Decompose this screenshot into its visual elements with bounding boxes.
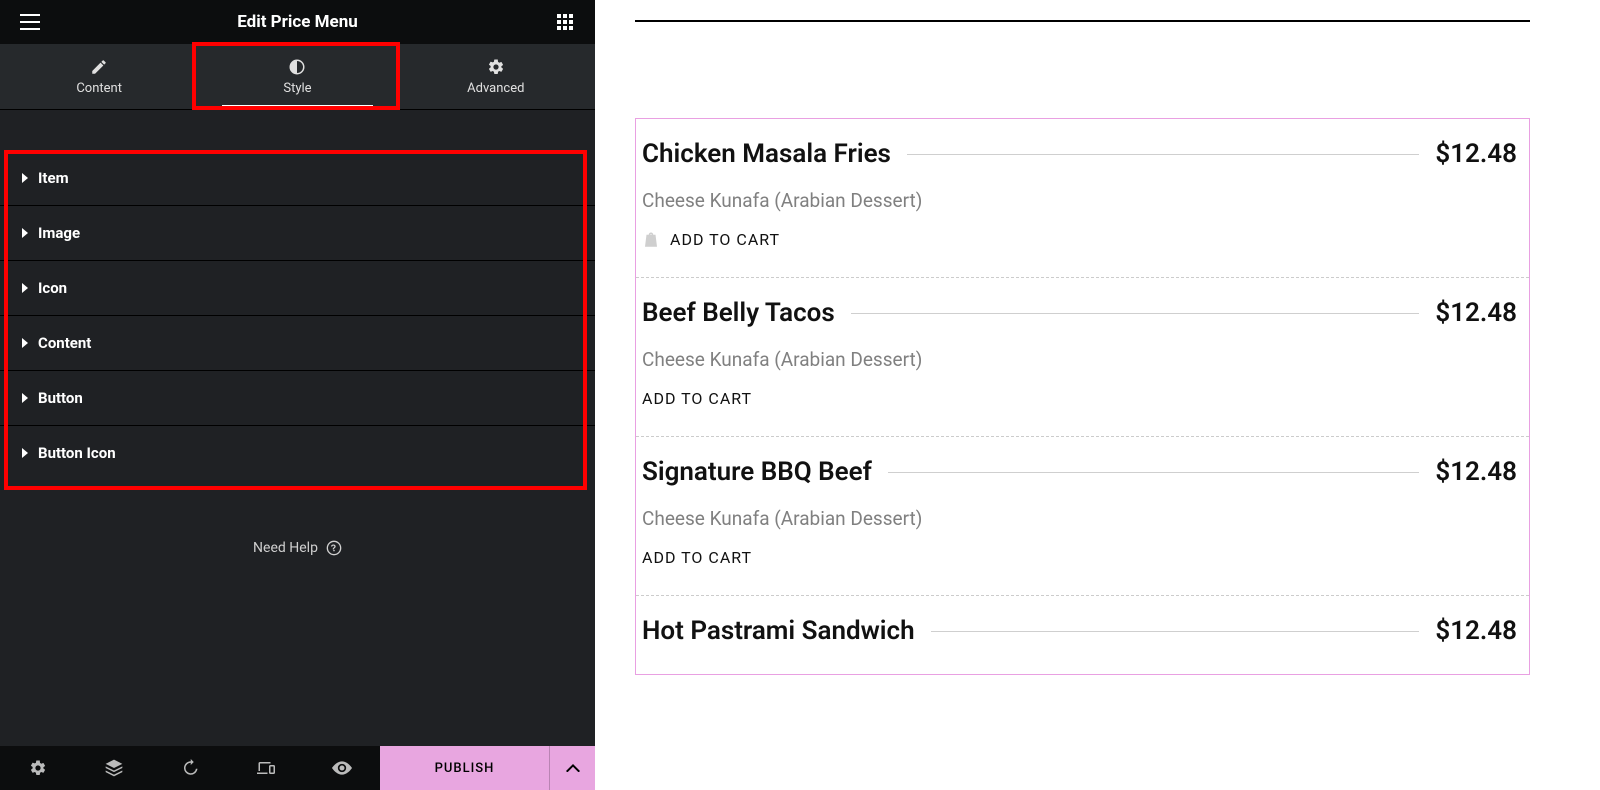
section-label: Image — [38, 224, 80, 242]
tab-content[interactable]: Content — [0, 44, 198, 109]
contrast-icon — [288, 57, 306, 77]
chevron-up-icon — [566, 764, 580, 772]
section-label: Button — [38, 389, 83, 407]
section-button-icon[interactable]: Button Icon — [0, 425, 595, 480]
section-item[interactable]: Item — [0, 150, 595, 205]
title-separator — [888, 472, 1420, 473]
title-separator — [907, 154, 1419, 155]
menu-item: Chicken Masala Fries $12.48 Cheese Kunaf… — [636, 119, 1529, 278]
footer-responsive[interactable] — [228, 746, 304, 790]
section-icon[interactable]: Icon — [0, 260, 595, 315]
menu-item-title: Beef Belly Tacos — [642, 298, 835, 328]
price-menu-widget[interactable]: Chicken Masala Fries $12.48 Cheese Kunaf… — [635, 118, 1530, 675]
menu-item-title: Hot Pastrami Sandwich — [642, 616, 915, 646]
devices-icon — [256, 759, 276, 777]
menu-button[interactable] — [8, 0, 52, 44]
add-to-cart-button[interactable]: ADD TO CART — [642, 548, 1517, 567]
tab-advanced[interactable]: Advanced — [397, 44, 595, 109]
help-icon — [326, 540, 342, 556]
caret-right-icon — [22, 283, 28, 293]
preview-canvas: Chicken Masala Fries $12.48 Cheese Kunaf… — [595, 0, 1600, 790]
add-to-cart-button[interactable]: ADD TO CART — [642, 230, 1517, 249]
menu-item-description: Cheese Kunafa (Arabian Dessert) — [642, 507, 1517, 530]
tab-style[interactable]: Style — [198, 44, 396, 109]
gear-icon — [487, 57, 505, 77]
footer-history[interactable] — [152, 746, 228, 790]
tabs: Content Style Advanced — [0, 44, 595, 110]
caret-right-icon — [22, 173, 28, 183]
title-separator — [931, 631, 1420, 632]
menu-item-price: $12.48 — [1435, 457, 1517, 487]
hamburger-icon — [20, 14, 40, 30]
help-label: Need Help — [253, 540, 318, 556]
cart-label: ADD TO CART — [642, 389, 752, 408]
menu-item-title: Signature BBQ Beef — [642, 457, 872, 487]
tab-label: Advanced — [467, 81, 524, 96]
tab-label: Style — [283, 81, 311, 96]
menu-item: Signature BBQ Beef $12.48 Cheese Kunafa … — [636, 437, 1529, 596]
caret-right-icon — [22, 338, 28, 348]
gear-icon — [29, 759, 47, 777]
add-to-cart-button[interactable]: ADD TO CART — [642, 389, 1517, 408]
menu-item-title: Chicken Masala Fries — [642, 139, 891, 169]
menu-item-description: Cheese Kunafa (Arabian Dessert) — [642, 348, 1517, 371]
cart-label: ADD TO CART — [670, 230, 780, 249]
editor-panel: Edit Price Menu Content Style — [0, 0, 595, 790]
footer-preview[interactable] — [304, 746, 380, 790]
layers-icon — [104, 758, 124, 778]
need-help-link[interactable]: Need Help — [0, 540, 595, 556]
history-icon — [181, 759, 199, 777]
section-button[interactable]: Button — [0, 370, 595, 425]
menu-item-price: $12.48 — [1435, 616, 1517, 646]
menu-item: Beef Belly Tacos $12.48 Cheese Kunafa (A… — [636, 278, 1529, 437]
sections: Item Image Icon Content Button Button Ic… — [0, 110, 595, 746]
section-label: Content — [38, 334, 91, 352]
grid-icon — [557, 14, 573, 30]
apps-button[interactable] — [543, 0, 587, 44]
caret-right-icon — [22, 448, 28, 458]
title-separator — [851, 313, 1420, 314]
cart-icon — [642, 231, 660, 249]
tab-label: Content — [76, 81, 122, 96]
panel-footer: PUBLISH — [0, 746, 595, 790]
footer-settings[interactable] — [0, 746, 76, 790]
cart-label: ADD TO CART — [642, 548, 752, 567]
caret-right-icon — [22, 393, 28, 403]
section-content[interactable]: Content — [0, 315, 595, 370]
section-label: Button Icon — [38, 444, 116, 462]
section-label: Icon — [38, 279, 67, 297]
eye-icon — [332, 761, 352, 775]
publish-button[interactable]: PUBLISH — [380, 746, 549, 790]
menu-item-description: Cheese Kunafa (Arabian Dessert) — [642, 189, 1517, 212]
divider — [635, 20, 1530, 22]
section-label: Item — [38, 169, 69, 187]
panel-header: Edit Price Menu — [0, 0, 595, 44]
menu-item: Hot Pastrami Sandwich $12.48 — [636, 596, 1529, 674]
panel-title: Edit Price Menu — [237, 12, 358, 32]
menu-item-price: $12.48 — [1435, 298, 1517, 328]
footer-navigator[interactable] — [76, 746, 152, 790]
pencil-icon — [90, 57, 108, 77]
caret-right-icon — [22, 228, 28, 238]
section-image[interactable]: Image — [0, 205, 595, 260]
publish-options-button[interactable] — [549, 746, 595, 790]
menu-item-price: $12.48 — [1435, 139, 1517, 169]
